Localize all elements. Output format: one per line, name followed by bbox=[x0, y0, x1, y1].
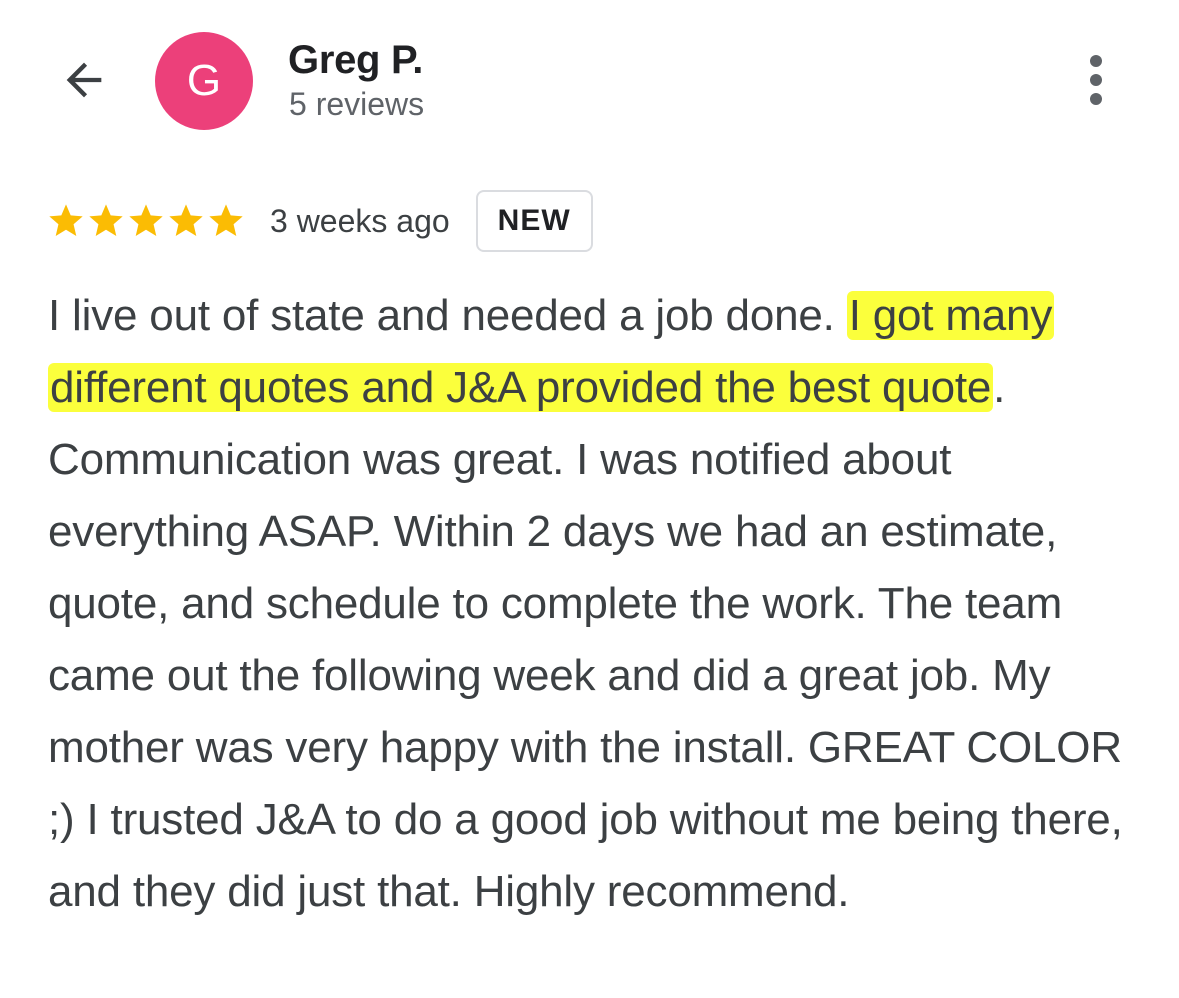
star-icon bbox=[209, 204, 243, 236]
star-icon bbox=[169, 204, 203, 236]
star-icon bbox=[49, 204, 83, 236]
review-text-end: . Communication was great. I was notifie… bbox=[48, 363, 1123, 916]
star-icon bbox=[89, 204, 123, 236]
reviewer-name[interactable]: Greg P. bbox=[288, 36, 423, 84]
rating-row: 3 weeks ago NEW bbox=[46, 188, 593, 254]
review-text: I live out of state and needed a job don… bbox=[48, 280, 1148, 928]
arrow-left-icon bbox=[66, 62, 102, 98]
back-button[interactable] bbox=[52, 48, 116, 112]
avatar[interactable]: G bbox=[155, 32, 253, 130]
reviewer-review-count: 5 reviews bbox=[289, 86, 425, 122]
review-text-start: I live out of state and needed a job don… bbox=[48, 291, 847, 340]
star-rating bbox=[46, 201, 246, 241]
avatar-letter: G bbox=[186, 56, 222, 105]
more-vert-icon bbox=[1090, 55, 1102, 105]
review-time: 3 weeks ago bbox=[270, 202, 450, 239]
more-options-button[interactable] bbox=[1070, 48, 1122, 112]
star-icon bbox=[129, 204, 163, 236]
new-badge: NEW bbox=[475, 190, 593, 252]
